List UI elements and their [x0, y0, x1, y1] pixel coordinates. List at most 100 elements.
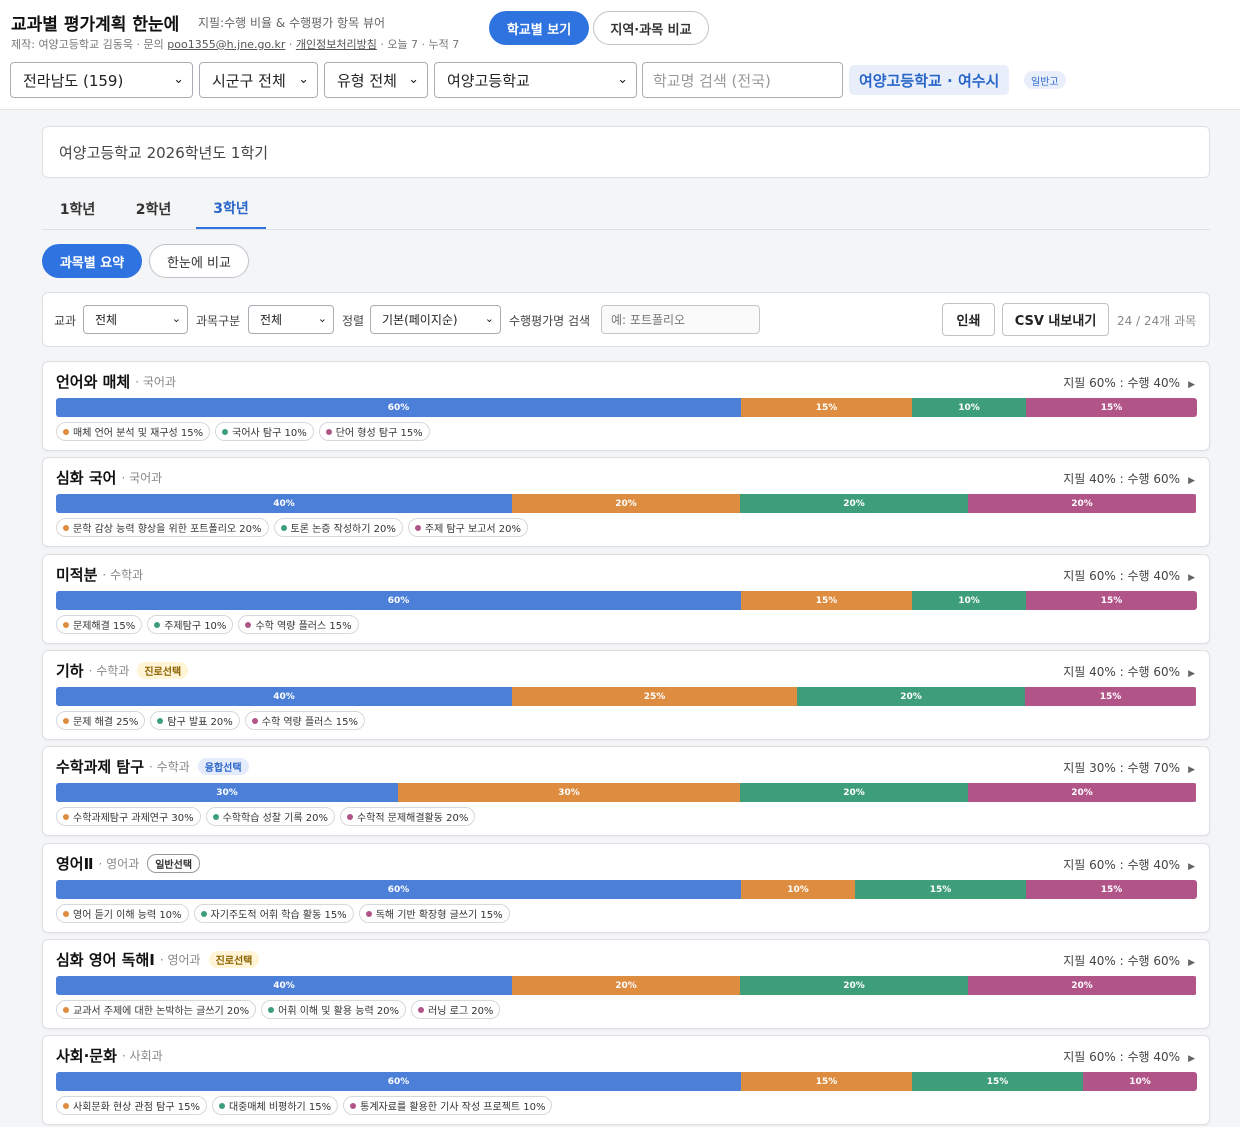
category-filter-select[interactable]: 전체 ⌄: [248, 305, 334, 334]
expand-triangle-icon[interactable]: ▶: [1188, 862, 1195, 872]
subject-card[interactable]: 영어Ⅱ · 영어과 일반선택 지필 60% : 수행 40% ▶ 60% 10% 15…: [42, 843, 1210, 933]
performance-item-label: 통계자료를 활용한 기사 작성 프로젝트 10%: [360, 1102, 546, 1113]
school-search-input[interactable]: 학교명 검색 (전국): [642, 62, 843, 98]
assessment-search-label: 수행평가명 검색: [509, 314, 591, 328]
expand-triangle-icon[interactable]: ▶: [1188, 765, 1195, 775]
expand-triangle-icon[interactable]: ▶: [1188, 380, 1195, 390]
assessment-search-input[interactable]: 예: 포트폴리오: [601, 305, 760, 334]
exam-ratio[interactable]: 지필 40% : 수행 60% ▶: [1063, 470, 1195, 487]
performance-item-segment: 20%: [512, 976, 740, 995]
written-exam-segment: 60%: [56, 1072, 741, 1091]
performance-item-segment: 20%: [968, 976, 1196, 995]
exam-ratio[interactable]: 지필 60% : 수행 40% ▶: [1063, 856, 1195, 873]
subject-title: 심화 국어 · 국어과: [56, 467, 162, 488]
subject-card[interactable]: 심화 영어 독해Ⅰ · 영어과 진로선택 지필 40% : 수행 60% ▶ 40…: [42, 939, 1210, 1029]
school-semester-info: 여양고등학교 2026학년도 1학기: [42, 126, 1210, 178]
sort-select[interactable]: 기본(페이지순) ⌄: [370, 305, 501, 334]
performance-item-pill: 단어 형성 탐구 15%: [318, 422, 430, 441]
color-dot-icon: [63, 910, 69, 917]
performance-item-label: 국어사 탐구 10%: [232, 428, 307, 439]
tab-grade-1[interactable]: 1학년: [50, 188, 105, 229]
region-select-value: 전라남도 (159): [23, 71, 124, 90]
color-dot-icon: [268, 1006, 275, 1013]
performance-item-label: 단어 형성 탐구 15%: [335, 428, 423, 439]
type-select[interactable]: 유형 전체 ⌄: [324, 62, 428, 98]
tab-grade-3[interactable]: 3학년: [196, 188, 266, 229]
expand-triangle-icon[interactable]: ▶: [1188, 573, 1195, 583]
exam-ratio[interactable]: 지필 60% : 수행 40% ▶: [1063, 374, 1195, 391]
exam-ratio[interactable]: 지필 30% : 수행 70% ▶: [1063, 759, 1195, 776]
performance-item-pill: 탐구 발표 20%: [150, 711, 240, 730]
subject-category-badge: 진로선택: [137, 662, 189, 679]
subject-card[interactable]: 기하 · 수학과 진로선택 지필 40% : 수행 60% ▶ 40% 25% 20%…: [42, 650, 1210, 740]
region-compare-button[interactable]: 지역·과목 비교: [593, 11, 709, 45]
glance-compare-button[interactable]: 한눈에 비교: [149, 244, 249, 278]
performance-item-label: 탐구 발표 20%: [167, 717, 233, 728]
subject-filter-label: 교과: [54, 314, 77, 328]
color-dot-icon: [63, 524, 69, 531]
contact-email-link[interactable]: poo1355@h.jne.go.kr: [167, 38, 285, 51]
subject-card[interactable]: 수학과제 탐구 · 수학과 융합선택 지필 30% : 수행 70% ▶ 30% 3…: [42, 746, 1210, 836]
performance-item-segment: 10%: [741, 880, 855, 899]
performance-item-label: 주제 탐구 보고서 20%: [424, 524, 522, 535]
region-select[interactable]: 전라남도 (159) ⌄: [10, 62, 193, 98]
color-dot-icon: [350, 1102, 357, 1109]
expand-triangle-icon[interactable]: ▶: [1188, 1054, 1195, 1064]
expand-triangle-icon[interactable]: ▶: [1188, 958, 1195, 968]
performance-item-list: 문제 해결 25% 탐구 발표 20% 수학 역량 플러스 15%: [56, 711, 365, 730]
school-view-button[interactable]: 학교별 보기: [489, 11, 589, 45]
exam-ratio[interactable]: 지필 40% : 수행 60% ▶: [1063, 952, 1195, 969]
performance-item-list: 수학과제탐구 과제연구 30% 수학학습 성찰 기록 20% 수학적 문제해결활동 …: [56, 807, 476, 826]
written-exam-segment: 30%: [56, 783, 398, 802]
subject-summary-button[interactable]: 과목별 요약: [42, 244, 142, 278]
type-select-value: 유형 전체: [337, 71, 397, 90]
csv-export-button[interactable]: CSV 내보내기: [1002, 303, 1109, 336]
performance-item-segment: 15%: [741, 398, 912, 417]
performance-item-label: 문학 감상 능력 향상을 위한 포트폴리오 20%: [73, 524, 262, 535]
subject-card[interactable]: 사회·문화 · 사회과 지필 60% : 수행 40% ▶ 60% 15% 15% 10…: [42, 1035, 1210, 1125]
tab-grade-2[interactable]: 2학년: [126, 188, 181, 229]
subject-name: 언어와 매체: [56, 373, 131, 391]
expand-triangle-icon[interactable]: ▶: [1188, 669, 1195, 679]
performance-item-pill: 대중매체 비평하기 15%: [211, 1096, 339, 1115]
color-dot-icon: [63, 813, 69, 820]
chevron-down-icon: ⌄: [408, 72, 419, 87]
ratio-bar: 60% 15% 10% 15%: [56, 398, 1197, 417]
exam-ratio[interactable]: 지필 60% : 수행 40% ▶: [1063, 567, 1195, 584]
expand-triangle-icon[interactable]: ▶: [1188, 476, 1195, 486]
sort-value: 기본(페이지순): [382, 313, 458, 327]
district-select[interactable]: 시군구 전체 ⌄: [199, 62, 318, 98]
performance-item-segment: 10%: [912, 591, 1026, 610]
exam-ratio[interactable]: 지필 40% : 수행 60% ▶: [1063, 663, 1195, 680]
ratio-bar: 40% 20% 20% 20%: [56, 976, 1197, 995]
chevron-down-icon: ⌄: [484, 312, 494, 325]
color-dot-icon: [63, 1006, 69, 1013]
color-dot-icon: [212, 813, 219, 820]
subject-title: 수학과제 탐구 · 수학과 융합선택: [56, 756, 249, 777]
exam-ratio[interactable]: 지필 60% : 수행 40% ▶: [1063, 1048, 1195, 1065]
performance-item-label: 자기주도적 어휘 학습 활동 15%: [210, 910, 347, 921]
subject-card[interactable]: 언어와 매체 · 국어과 지필 60% : 수행 40% ▶ 60% 15% 10% 1…: [42, 361, 1210, 451]
performance-item-label: 영어 듣기 이해 능력 10%: [73, 910, 182, 921]
subject-name: 심화 영어 독해Ⅰ: [56, 951, 155, 969]
ratio-bar: 60% 15% 15% 10%: [56, 1072, 1197, 1091]
performance-item-segment: 30%: [398, 783, 740, 802]
subject-card[interactable]: 심화 국어 · 국어과 지필 40% : 수행 60% ▶ 40% 20% 20% 20…: [42, 457, 1210, 547]
performance-item-pill: 주제탐구 10%: [147, 615, 234, 634]
school-select[interactable]: 여양고등학교 ⌄: [434, 62, 637, 98]
performance-item-pill: 수학적 문제해결활동 20%: [339, 807, 476, 826]
performance-item-label: 사회문화 현상 관점 탐구 15%: [73, 1102, 200, 1113]
written-exam-segment: 40%: [56, 976, 512, 995]
subject-name: 수학과제 탐구: [56, 758, 145, 776]
print-button[interactable]: 인쇄: [942, 303, 995, 336]
credit-prefix: 제작: 여양고등학교 김동욱 · 문의: [11, 38, 164, 51]
ratio-bar: 40% 25% 20% 15%: [56, 687, 1197, 706]
exam-ratio-text: 지필 40% : 수행 60%: [1063, 472, 1181, 486]
subject-name: 사회·문화: [56, 1047, 117, 1065]
subject-card[interactable]: 미적분 · 수학과 지필 60% : 수행 40% ▶ 60% 15% 10% 15% …: [42, 554, 1210, 644]
privacy-policy-link[interactable]: 개인정보처리방침: [296, 38, 377, 51]
color-dot-icon: [63, 428, 69, 435]
subject-filter-select[interactable]: 전체 ⌄: [83, 305, 188, 334]
performance-item-segment: 25%: [512, 687, 797, 706]
written-exam-segment: 60%: [56, 880, 741, 899]
